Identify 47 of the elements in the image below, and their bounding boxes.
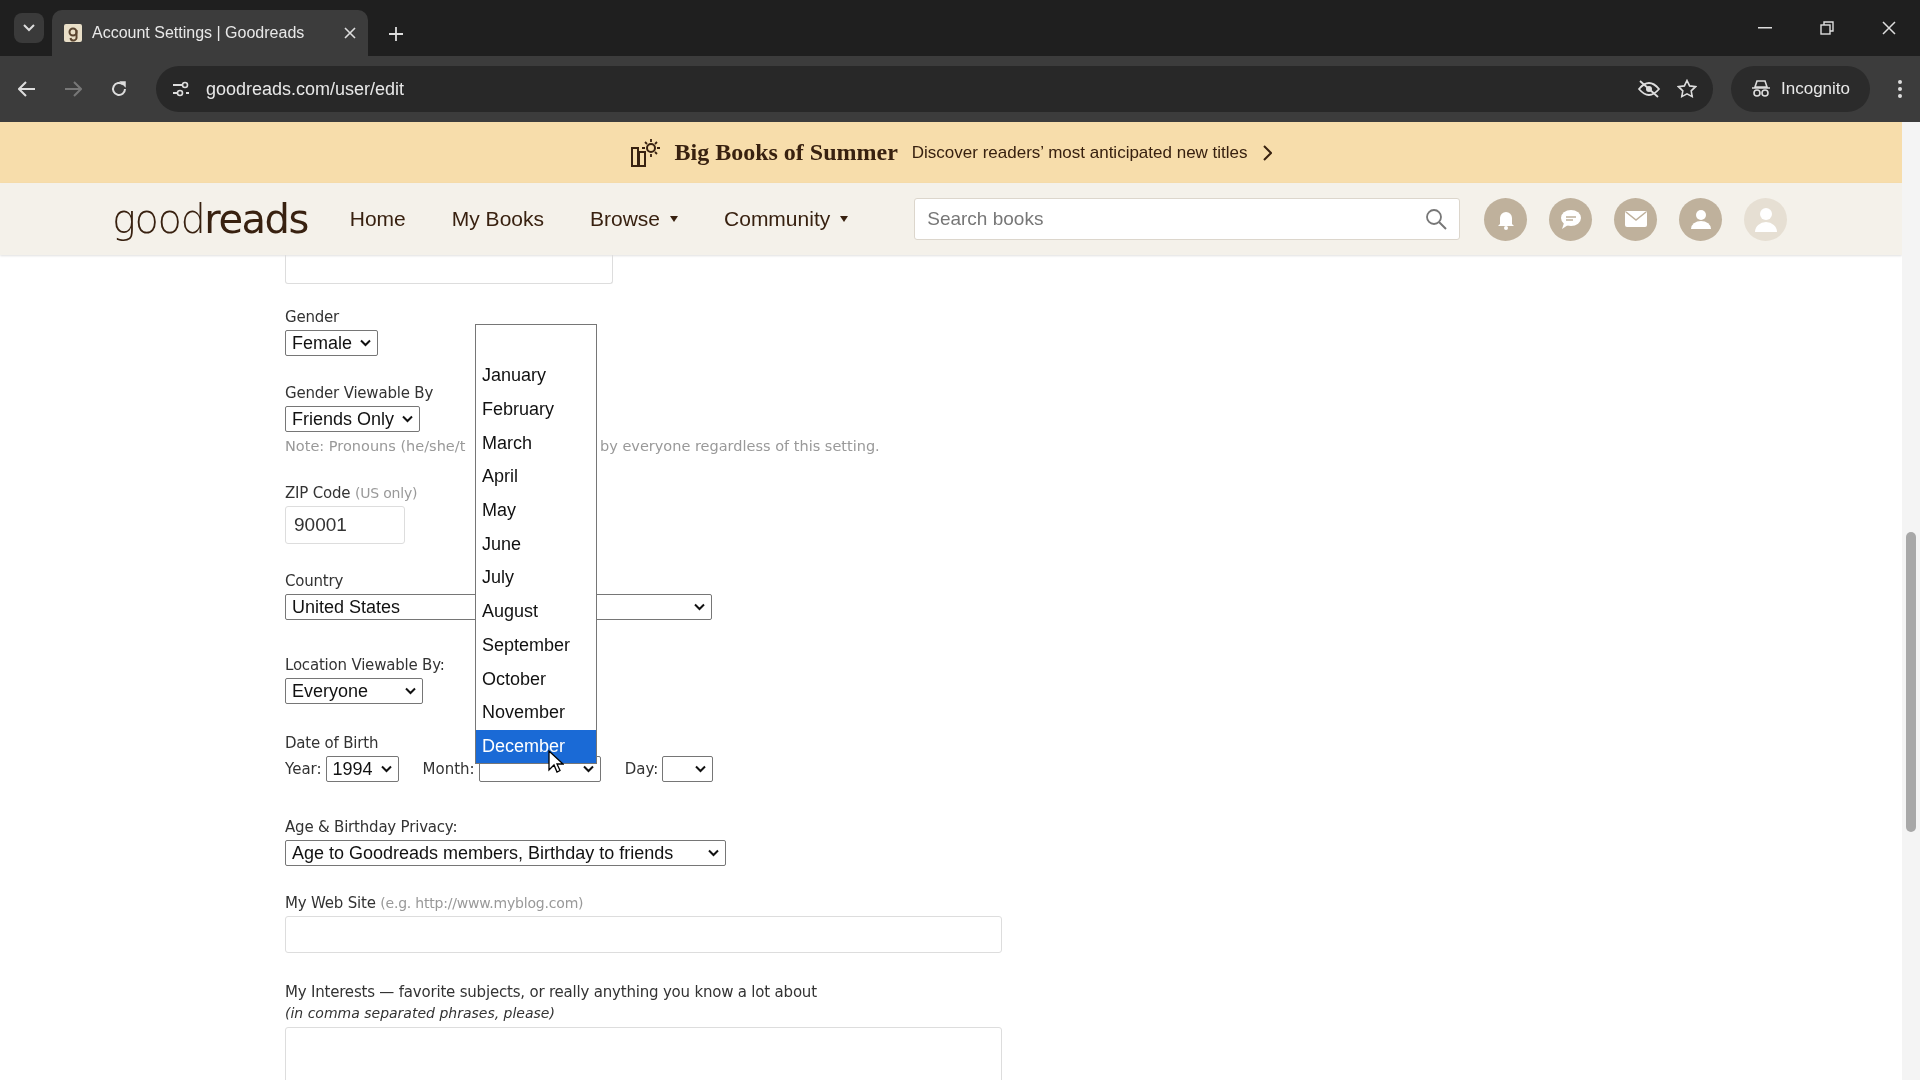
banner-text: Discover readers’ most anticipated new titles — [911, 142, 1248, 163]
field-hint: (e.g. http://www.myblog.com) — [380, 895, 584, 911]
field-label: Month: — [422, 760, 475, 778]
nav-link[interactable]: Community — [712, 199, 861, 239]
dropdown-option[interactable]: April — [476, 460, 596, 494]
nav-link[interactable]: Home — [337, 199, 418, 239]
address-bar[interactable]: goodreads.com/user/edit — [156, 66, 1713, 112]
dropdown-option[interactable]: February — [476, 392, 596, 427]
dropdown-option[interactable]: November — [476, 695, 596, 730]
field-label: Location Viewable By: — [285, 656, 445, 674]
field-label: Gender — [285, 308, 340, 326]
dropdown-option[interactable]: June — [476, 527, 596, 562]
promo-banner[interactable]: Big Books of Summer Discover readers’ most anticipated new titles — [0, 122, 1902, 183]
browser-tab[interactable]: Account Settings | Goodreads — [52, 10, 368, 56]
nav-link[interactable]: Browse — [578, 199, 691, 239]
gender-visibility-select[interactable]: Friends Only — [285, 406, 421, 432]
nav-link[interactable]: My Books — [439, 199, 556, 239]
field-label: Gender Viewable By — [285, 384, 434, 402]
incognito-button[interactable]: Incognito — [1731, 66, 1870, 112]
privacy-select[interactable]: Age to Goodreads members, Birthday to friends — [285, 840, 726, 866]
field-label: Year: — [285, 760, 322, 778]
year-select[interactable]: 1994 — [325, 756, 399, 782]
gender-select[interactable]: Female — [285, 330, 379, 356]
dropdown-option[interactable]: October — [476, 662, 596, 696]
field-label: Country — [285, 572, 344, 590]
dropdown-option[interactable]: July — [476, 561, 596, 595]
dropdown-option[interactable]: March — [476, 426, 596, 461]
dropdown-option[interactable]: August — [476, 594, 596, 629]
field-label: Age & Birthday Privacy: — [285, 818, 458, 836]
field-label: Date of Birth — [285, 734, 379, 752]
field-hint: (US only) — [354, 485, 418, 501]
note-text: by everyone regardless of this setting. — [600, 438, 881, 454]
field-label: Day: — [624, 760, 659, 778]
field-hint: (in comma separated phrases, please) — [285, 1005, 556, 1021]
field-label: ZIP Code — [285, 484, 351, 502]
dropdown-option[interactable]: January — [476, 359, 596, 393]
field-label: My Interests — favorite subjects, or really anything you know a lot about — [285, 983, 817, 1001]
note-text: Note: Pronouns (he/she/t — [285, 438, 467, 454]
dropdown-option[interactable]: May — [476, 493, 596, 528]
dropdown-option[interactable]: September — [476, 628, 596, 663]
dropdown-option[interactable]: December — [476, 729, 596, 764]
logo[interactable]: goodreads — [112, 196, 308, 242]
banner-title: Big Books of Summer — [674, 139, 898, 166]
location-visibility-select[interactable]: Everyone — [285, 678, 423, 704]
zip-field[interactable]: 90001 — [285, 506, 405, 544]
search-field[interactable]: Search books — [914, 198, 1461, 240]
field-label: My Web Site — [285, 894, 376, 912]
